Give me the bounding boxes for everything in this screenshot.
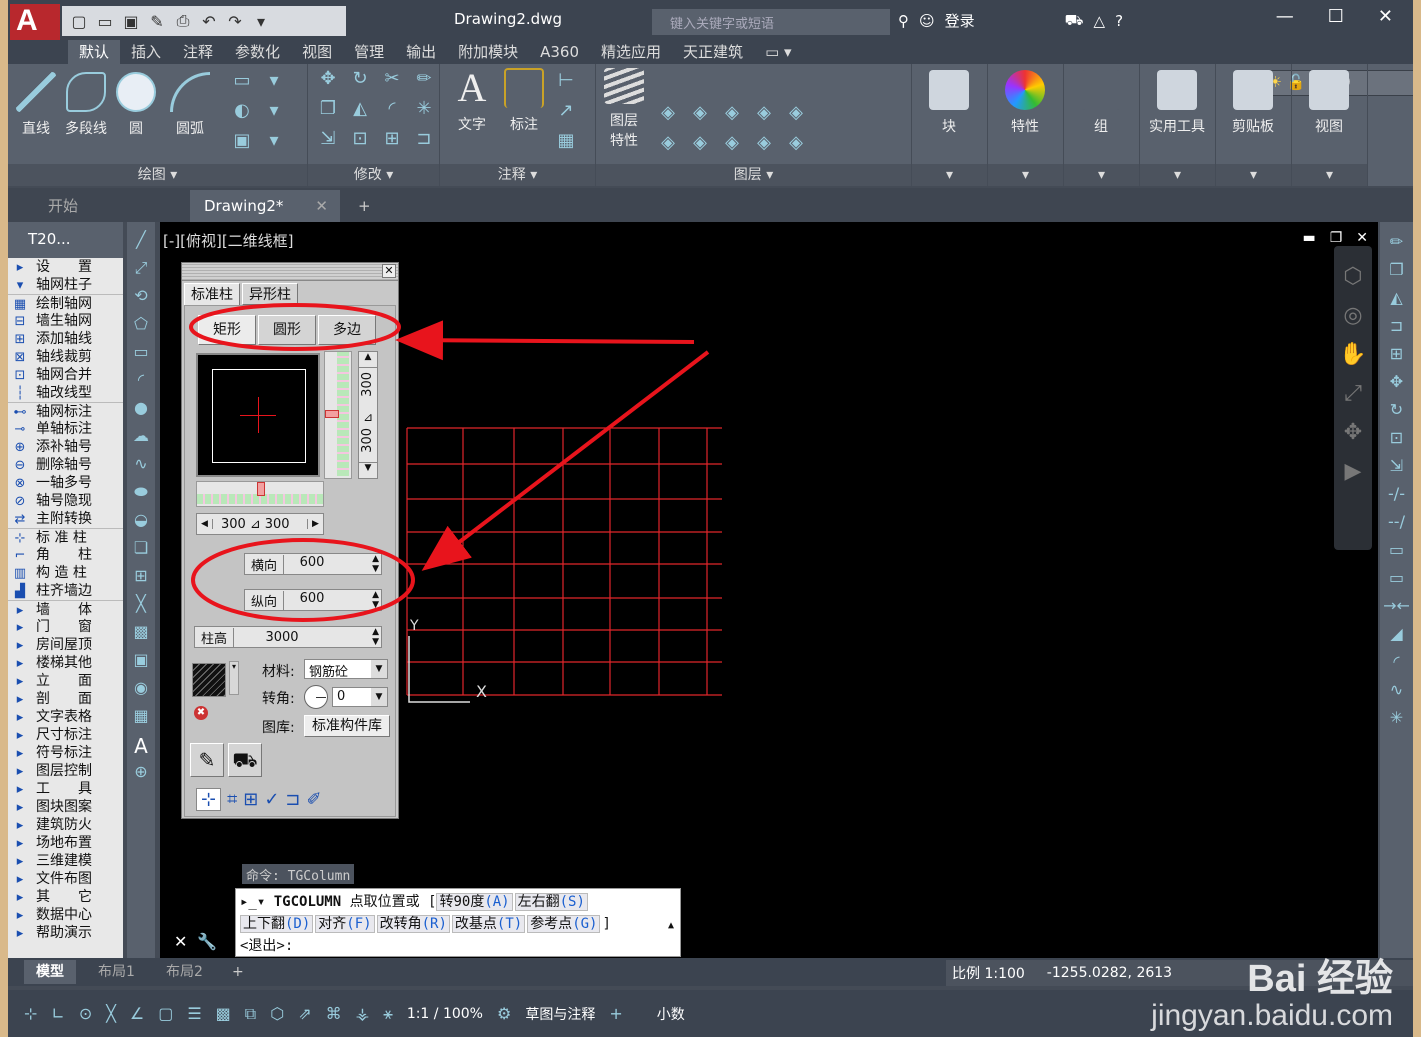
arrow-to-shapes — [395, 320, 695, 361]
annotation-scale-icon[interactable]: ⚹ — [383, 1004, 393, 1024]
command-name: TGCOLUMN — [273, 894, 342, 910]
prompt-close-bracket: ] — [602, 916, 611, 932]
selection-cycling-icon[interactable]: ⧉ — [245, 1004, 256, 1024]
osnap-track-icon[interactable]: ╳ — [106, 1004, 116, 1023]
gizmo-icon[interactable]: ⌘ — [326, 1004, 342, 1023]
close-icon[interactable]: ✕ — [174, 932, 187, 951]
option-rotate90[interactable]: 转90度(A) — [436, 893, 513, 911]
workspace-selector[interactable]: 草图与注释 — [525, 1004, 595, 1024]
arrow-to-dimensions — [421, 350, 710, 571]
transparency-icon[interactable]: ▩ — [216, 1004, 231, 1023]
tab-layout1[interactable]: 布局1 — [86, 960, 147, 984]
ortho-icon[interactable]: ∟ — [51, 1004, 64, 1023]
annotation-overlay — [189, 303, 710, 622]
shape-buttons-highlight — [189, 303, 401, 351]
option-reference-point[interactable]: 参考点(G) — [527, 915, 601, 933]
option-flip-ud[interactable]: 上下翻(D) — [240, 915, 314, 933]
command-side-buttons: ✕ 🔧 — [168, 924, 232, 958]
command-history: 命令: TGColumn — [242, 864, 355, 884]
command-line[interactable]: ▸_▾ TGCOLUMN 点取位置或 [转90度(A) 左右翻(S) 上下翻(D)… — [235, 888, 681, 957]
watermark-url: jingyan.baidu.com — [1151, 999, 1393, 1032]
command-exit: <退出>: — [240, 938, 294, 954]
option-align[interactable]: 对齐(F) — [315, 915, 375, 933]
watermark-brand: Bai 经验 — [1247, 958, 1393, 1000]
option-change-angle[interactable]: 改转角(R) — [376, 915, 450, 933]
tab-layout2[interactable]: 布局2 — [154, 960, 215, 984]
option-flip-lr[interactable]: 左右翻(S) — [514, 893, 588, 911]
add-layout-button[interactable]: + — [220, 960, 256, 984]
3d-osnap-icon[interactable]: ⬡ — [270, 1004, 284, 1023]
option-change-base[interactable]: 改基点(T) — [451, 915, 526, 933]
dynamic-ucs-icon[interactable]: ▢ — [158, 1004, 173, 1023]
command-prompt: 点取位置或 [ — [349, 894, 437, 910]
tab-model[interactable]: 模型 — [24, 960, 76, 984]
dimension-fields-highlight — [191, 538, 415, 622]
polar-icon[interactable]: ⊙ — [79, 1004, 92, 1023]
scale-selector[interactable]: 比例 1:100 — [952, 963, 1025, 983]
expand-icon[interactable]: ▲ — [668, 915, 674, 937]
wrench-icon[interactable]: 🔧 — [197, 932, 217, 951]
autocad-window: A ▢ ▭ ▣ ✎ ⎙ ↶ ↷ ▾ Drawing2.dwg 键入关键字或短语 … — [8, 0, 1413, 1037]
zoom-scale[interactable]: 1:1 / 100% — [407, 1006, 483, 1022]
plus-icon[interactable]: + — [609, 1004, 622, 1023]
lineweight-icon[interactable]: ☰ — [187, 1004, 201, 1023]
dynamic-input-icon[interactable]: ⇗ — [298, 1004, 311, 1023]
isodraft-icon[interactable]: ∠ — [130, 1004, 144, 1023]
command-prompt-icon[interactable]: ▸_▾ — [240, 894, 265, 910]
annotation-visibility-icon[interactable]: ⚶ — [356, 1004, 370, 1023]
snap-icon[interactable]: ⊹ — [24, 1004, 37, 1023]
gear-icon[interactable]: ⚙ — [497, 1004, 511, 1023]
units-selector[interactable]: 小数 — [657, 1004, 685, 1024]
baidu-watermark: Bai 经验 jingyan.baidu.com — [1151, 959, 1393, 1033]
